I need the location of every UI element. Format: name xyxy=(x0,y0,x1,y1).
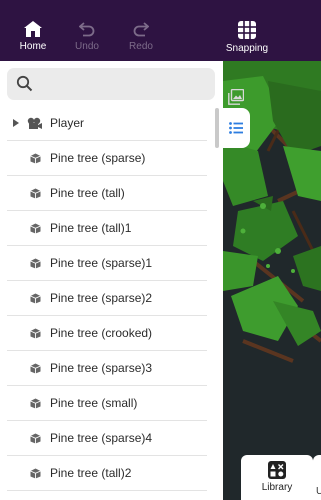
tree-item-label: Pine tree (small) xyxy=(50,396,138,410)
object-cube-icon xyxy=(30,363,41,374)
tab-library[interactable]: Library xyxy=(241,455,313,500)
object-cube-icon xyxy=(30,328,41,339)
tree-item[interactable]: Pine tree (sparse)2 xyxy=(7,281,207,316)
tree-item[interactable]: Pine tree (small) xyxy=(7,386,207,421)
redo-label: Redo xyxy=(129,41,153,52)
library-label: Library xyxy=(261,482,293,493)
object-cube-icon xyxy=(30,468,41,479)
top-toolbar: Home Undo Redo Snapping xyxy=(0,0,321,61)
tree-item[interactable]: Pine tree (sparse)3 xyxy=(7,351,207,386)
grid-snap-icon xyxy=(238,21,256,39)
tree-item-label: Pine tree (crooked) xyxy=(50,326,153,340)
tree-item[interactable]: Pine tree (sparse)4 xyxy=(7,421,207,456)
tree-item[interactable]: Pine tree (crooked) xyxy=(7,316,207,351)
tree-item-label: Pine tree (sparse)3 xyxy=(50,361,153,375)
snapping-button[interactable]: Snapping xyxy=(222,0,272,61)
tree-item[interactable]: Pine tree (tall)1 xyxy=(7,211,207,246)
tab-objects-list[interactable] xyxy=(222,108,250,148)
home-icon xyxy=(24,21,42,37)
tree-item-label: Pine tree (tall) xyxy=(50,186,125,200)
redo-button[interactable]: Redo xyxy=(122,0,160,61)
search-input[interactable] xyxy=(41,72,209,96)
tree-item-label: Pine tree (tall)1 xyxy=(50,221,132,235)
tree-item-label: Pine tree (sparse)1 xyxy=(50,256,153,270)
home-label: Home xyxy=(19,41,47,52)
object-cube-icon xyxy=(30,433,41,444)
expand-arrow-icon[interactable] xyxy=(13,119,19,127)
tree-item-label: Pine tree (tall)2 xyxy=(50,466,132,480)
image-gallery-icon xyxy=(228,89,244,105)
search-box[interactable] xyxy=(7,68,215,100)
tree-item[interactable]: Pine tree (tall) xyxy=(7,176,207,211)
object-cube-icon xyxy=(30,188,41,199)
list-scrollbar[interactable] xyxy=(215,108,219,148)
object-cube-icon xyxy=(30,258,41,269)
objects-panel: Player Pine tree (sparse) Pine tree (tal… xyxy=(0,61,223,500)
undo-label: Undo xyxy=(75,41,99,52)
tab-next-partial[interactable]: U xyxy=(313,455,321,500)
object-cube-icon xyxy=(30,153,41,164)
tree-item-label: Player xyxy=(50,116,85,130)
tree-item-label: Pine tree (sparse) xyxy=(50,151,146,165)
home-button[interactable]: Home xyxy=(14,0,52,61)
object-cube-icon xyxy=(30,223,41,234)
tree-item-label: Pine tree (sparse)4 xyxy=(50,431,153,445)
tree-item[interactable]: Pine tree (tall)2 xyxy=(7,456,207,491)
object-cube-icon xyxy=(30,293,41,304)
tree-item-label: Pine tree (sparse)2 xyxy=(50,291,153,305)
tree-item-player[interactable]: Player xyxy=(7,106,207,141)
library-shapes-icon xyxy=(268,461,286,479)
player-object-icon xyxy=(27,117,42,129)
undo-icon xyxy=(79,22,95,37)
next-tab-label: U xyxy=(316,486,321,497)
snapping-label: Snapping xyxy=(225,43,269,54)
tree-item[interactable]: Pine tree (sparse)1 xyxy=(7,246,207,281)
search-icon xyxy=(16,75,33,92)
list-icon xyxy=(229,122,243,134)
undo-button[interactable]: Undo xyxy=(68,0,106,61)
object-cube-icon xyxy=(30,398,41,409)
tree-item[interactable]: Pine tree (sparse) xyxy=(7,141,207,176)
redo-icon xyxy=(133,22,149,37)
